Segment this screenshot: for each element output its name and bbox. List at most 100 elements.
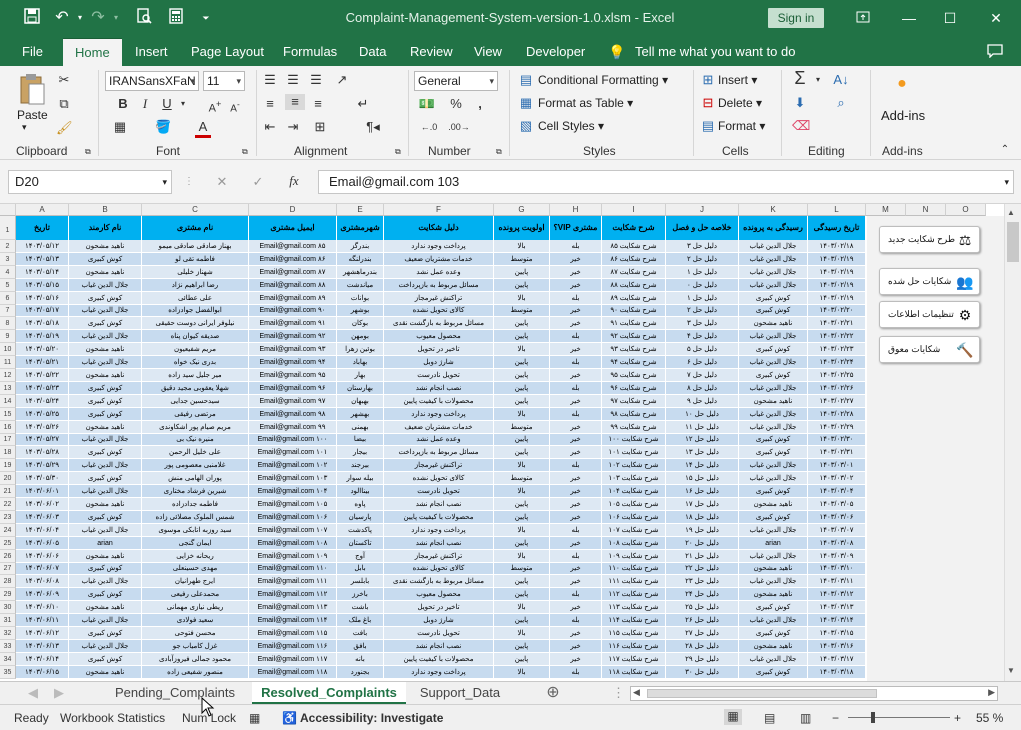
- table-cell[interactable]: کوش کبیری: [739, 343, 808, 356]
- table-cell[interactable]: ۱۴۰۳/۰۳/۰۴: [808, 485, 866, 498]
- table-cell[interactable]: Email@gmail.com ۱۱۳: [249, 601, 337, 614]
- zoom-out-icon[interactable]: −: [832, 711, 839, 725]
- close-icon[interactable]: ✕: [978, 4, 1014, 32]
- table-cell[interactable]: بهناز صادقی صادقی میمو: [142, 240, 249, 253]
- table-cell[interactable]: ۱۴۰۳/۰۲/۲۶: [808, 382, 866, 395]
- table-cell[interactable]: بهارستان: [337, 382, 384, 395]
- table-cell[interactable]: ۱۴۰۳/۰۳/۱۵: [808, 627, 866, 640]
- action-button-2[interactable]: شکایات حل شده 👥: [879, 268, 980, 295]
- table-cell[interactable]: شرح شکایت ۱۰۳: [602, 472, 666, 485]
- table-cell[interactable]: جلال الدین غیاب: [69, 279, 142, 292]
- row-header[interactable]: 25: [0, 537, 16, 550]
- table-cell[interactable]: شرح شکایت ۱۰۵: [602, 498, 666, 511]
- row-header[interactable]: 23: [0, 511, 16, 524]
- format-cells-icon[interactable]: ▤: [700, 118, 716, 134]
- save-icon[interactable]: [22, 8, 42, 28]
- row-header[interactable]: 32: [0, 627, 16, 640]
- table-cell[interactable]: بالا: [494, 343, 550, 356]
- table-cell[interactable]: بافت: [337, 627, 384, 640]
- tab-page-layout[interactable]: Page Layout: [191, 44, 264, 59]
- table-cell[interactable]: خیر: [550, 446, 602, 459]
- table-header-cell[interactable]: تاریخ رسیدگی: [808, 216, 866, 240]
- table-cell[interactable]: ناهید مشحون: [69, 498, 142, 511]
- underline-icon[interactable]: U: [160, 96, 174, 112]
- table-cell[interactable]: کوش کبیری: [69, 408, 142, 421]
- vertical-scrollbar[interactable]: ▲ ▼: [1004, 204, 1021, 681]
- table-cell[interactable]: Email@gmail.com ۱۱۷: [249, 653, 337, 666]
- table-cell[interactable]: ۱۴۰۳/۰۶/۱۱: [16, 614, 69, 627]
- table-cell[interactable]: خیر: [550, 485, 602, 498]
- table-cell[interactable]: بندرلنگه: [337, 253, 384, 266]
- table-cell[interactable]: Email@gmail.com ۱۰۷: [249, 524, 337, 537]
- table-cell[interactable]: خیر: [550, 472, 602, 485]
- format-as-table-icon[interactable]: ▦: [518, 95, 534, 111]
- percent-icon[interactable]: %: [448, 96, 464, 112]
- table-cell[interactable]: ۱۴۰۳/۰۵/۲۴: [16, 395, 69, 408]
- table-cell[interactable]: نیلوفر ایرانی دوست حقیقی: [142, 317, 249, 330]
- table-cell[interactable]: شرح شکایت ۹۸: [602, 408, 666, 421]
- table-cell[interactable]: پرداخت وجود ندارد: [384, 666, 494, 679]
- table-cell[interactable]: ناهید مشحون: [69, 550, 142, 563]
- table-cell[interactable]: جلال الدین غیاب: [69, 485, 142, 498]
- table-cell[interactable]: دلیل حل ۱۳: [666, 446, 739, 459]
- table-cell[interactable]: تراکنش غیرمجاز: [384, 459, 494, 472]
- table-cell[interactable]: شرح شکایت ۹۵: [602, 369, 666, 382]
- table-cell[interactable]: ۱۴۰۳/۰۵/۱۲: [16, 240, 69, 253]
- table-cell[interactable]: دلیل حل ۱۸: [666, 511, 739, 524]
- table-cell[interactable]: ۱۴۰۳/۰۳/۰۸: [808, 537, 866, 550]
- table-cell[interactable]: پایین: [494, 614, 550, 627]
- table-cell[interactable]: ناهید مشحون: [739, 395, 808, 408]
- row-header[interactable]: 24: [0, 524, 16, 537]
- insert-cells-button[interactable]: Insert ▾: [718, 73, 757, 87]
- table-cell[interactable]: دلیل حل ۱۶: [666, 485, 739, 498]
- table-cell[interactable]: جلال الدین غیاب: [739, 382, 808, 395]
- decrease-decimal-icon[interactable]: .00→: [448, 119, 470, 135]
- table-header-cell[interactable]: خلاصه حل و فصل: [666, 216, 739, 240]
- table-cell[interactable]: خیر: [550, 537, 602, 550]
- table-cell[interactable]: سیدحسین جدایی: [142, 395, 249, 408]
- table-cell[interactable]: شیرین فرشاد مختاری: [142, 485, 249, 498]
- tell-me-search[interactable]: Tell me what you want to do: [635, 44, 795, 59]
- table-cell[interactable]: Email@gmail.com ۱۰۰: [249, 434, 337, 446]
- table-cell[interactable]: پاکدشت: [337, 524, 384, 537]
- table-cell[interactable]: ۱۴۰۳/۰۵/۲۸: [16, 446, 69, 459]
- table-cell[interactable]: خیر: [550, 498, 602, 511]
- cut-icon[interactable]: ✂: [56, 72, 72, 88]
- table-cell[interactable]: بله: [550, 666, 602, 679]
- table-cell[interactable]: پایین: [494, 369, 550, 382]
- align-right-icon[interactable]: ≡: [310, 96, 326, 112]
- table-cell[interactable]: ۱۴۰۳/۰۲/۲۰: [808, 305, 866, 317]
- orientation-icon[interactable]: ↗: [334, 72, 350, 88]
- table-cell[interactable]: ۱۴۰۳/۰۵/۲۳: [16, 382, 69, 395]
- collapse-ribbon-icon[interactable]: ⌃: [998, 142, 1012, 158]
- table-cell[interactable]: ۱۴۰۳/۰۲/۳۱: [808, 446, 866, 459]
- table-cell[interactable]: محصولات با کیفیت پایین: [384, 395, 494, 408]
- table-cell[interactable]: خیر: [550, 575, 602, 588]
- table-cell[interactable]: شارژ دوبل: [384, 356, 494, 369]
- delete-cells-icon[interactable]: ⊟: [700, 95, 716, 111]
- table-cell[interactable]: بوانات: [337, 292, 384, 305]
- table-cell[interactable]: Email@gmail.com ۱۱۶: [249, 640, 337, 653]
- table-cell[interactable]: ایمان گنجی: [142, 537, 249, 550]
- table-cell[interactable]: شرح شکایت ۱۱۲: [602, 588, 666, 601]
- table-cell[interactable]: Email@gmail.com ۹۸: [249, 408, 337, 421]
- table-cell[interactable]: ۱۴۰۳/۰۲/۲۲: [808, 330, 866, 343]
- conditional-formatting-button[interactable]: Conditional Formatting ▾: [538, 73, 668, 87]
- align-middle-icon[interactable]: ☰: [285, 72, 301, 88]
- table-cell[interactable]: ۱۴۰۳/۰۶/۰۷: [16, 563, 69, 575]
- table-cell[interactable]: ۱۴۰۳/۰۵/۱۳: [16, 253, 69, 266]
- table-cell[interactable]: شهلا یعقوبی مجید دقیق: [142, 382, 249, 395]
- table-cell[interactable]: شرح شکایت ۱۱۱: [602, 575, 666, 588]
- row-header[interactable]: 19: [0, 459, 16, 472]
- table-cell[interactable]: ۱۴۰۳/۰۶/۰۹: [16, 588, 69, 601]
- italic-icon[interactable]: I: [138, 96, 152, 112]
- table-cell[interactable]: کوش کبیری: [739, 485, 808, 498]
- next-sheet-icon[interactable]: ▶: [52, 682, 66, 705]
- table-cell[interactable]: شرح شکایت ۱۱۵: [602, 627, 666, 640]
- table-cell[interactable]: کوش کبیری: [739, 601, 808, 614]
- table-cell[interactable]: محمود جمالی فیروزآبادی: [142, 653, 249, 666]
- table-cell[interactable]: متوسط: [494, 253, 550, 266]
- table-cell[interactable]: تحویل نادرست: [384, 485, 494, 498]
- table-cell[interactable]: ۱۴۰۳/۰۵/۱۷: [16, 305, 69, 317]
- table-cell[interactable]: بندرگز: [337, 240, 384, 253]
